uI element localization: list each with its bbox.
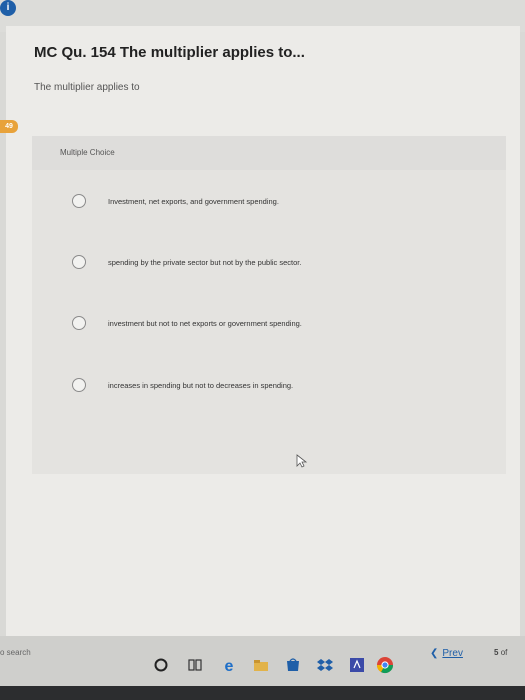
page-title: MC Qu. 154 The multiplier applies to... — [34, 44, 305, 61]
answer-option-2[interactable]: spending by the private sector but not b… — [40, 231, 498, 291]
cortana-icon[interactable] — [152, 656, 170, 674]
question-prompt: The multiplier applies to — [34, 82, 140, 93]
radio-button-3[interactable] — [72, 316, 86, 330]
page-indicator: 5 of — [494, 648, 507, 657]
answer-option-1[interactable]: Investment, net exports, and government … — [40, 170, 498, 230]
prev-button-label: Prev — [442, 648, 463, 659]
mouse-cursor-icon — [296, 454, 308, 468]
file-explorer-icon[interactable] — [252, 656, 270, 674]
answer-option-4[interactable]: increases in spending but not to decreas… — [40, 354, 498, 414]
chevron-left-icon: ❮ — [430, 648, 439, 659]
taskbar-search[interactable]: o search — [0, 648, 31, 657]
svg-text:e: e — [225, 658, 234, 674]
info-icon[interactable]: i — [0, 0, 16, 16]
answer-option-3[interactable]: investment but not to net exports or gov… — [40, 292, 498, 352]
chrome-icon[interactable] — [376, 656, 394, 674]
question-number-badge: 49 — [0, 120, 18, 133]
answer-option-label: increases in spending but not to decreas… — [108, 381, 294, 390]
page-current: 5 — [494, 648, 499, 657]
card-header: Multiple Choice — [32, 136, 506, 170]
dropbox-icon[interactable] — [316, 656, 334, 674]
radio-button-4[interactable] — [72, 378, 86, 392]
page-of-label: of — [500, 648, 508, 657]
app-icon[interactable] — [348, 656, 366, 674]
radio-button-2[interactable] — [72, 255, 86, 269]
answer-option-label: investment but not to net exports or gov… — [108, 319, 302, 328]
answer-option-label: spending by the private sector but not b… — [108, 258, 302, 267]
screen-bottom-edge — [0, 686, 525, 700]
prev-button[interactable]: ❮ Prev — [430, 648, 463, 659]
store-icon[interactable] — [284, 656, 302, 674]
answer-option-label: Investment, net exports, and government … — [108, 197, 279, 206]
question-page: MC Qu. 154 The multiplier applies to... … — [0, 26, 520, 636]
answer-card: Multiple Choice Investment, net exports,… — [32, 136, 506, 474]
task-view-icon[interactable] — [186, 656, 204, 674]
edge-icon[interactable]: e — [220, 656, 238, 674]
question-type-label: Multiple Choice — [60, 148, 115, 157]
radio-button-1[interactable] — [72, 194, 86, 208]
